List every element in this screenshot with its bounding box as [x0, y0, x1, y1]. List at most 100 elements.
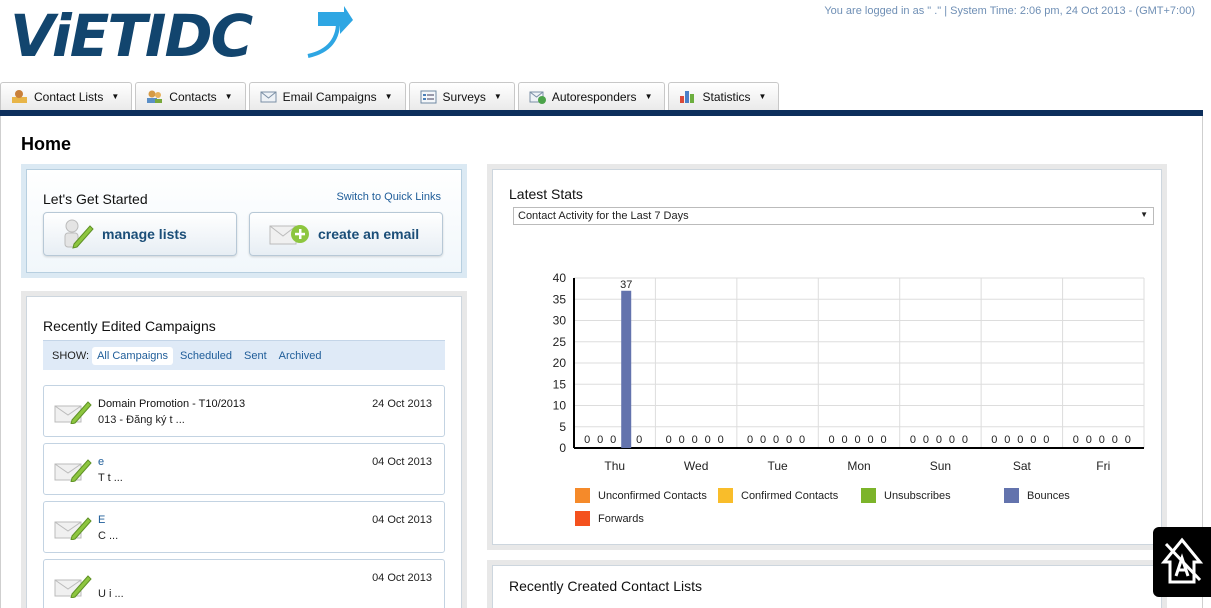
legend-item: Bounces	[1004, 488, 1070, 503]
data-label: 0	[718, 434, 724, 446]
data-label: 0	[666, 434, 672, 446]
contact-activity-chart: 05101520253035400 0 0370Thu0 0 0 0 0Wed0 0 0 0 0Tu…	[553, 271, 1145, 473]
campaign-item[interactable]: U i ... 04 Oct 2013	[43, 559, 445, 608]
y-tick-label: 5	[559, 420, 566, 434]
tab-contact-lists[interactable]: Contact Lists ▼	[0, 82, 133, 110]
legend-label: Confirmed Contacts	[741, 489, 839, 502]
campaign-subject: C ...	[98, 530, 119, 542]
legend-item: Confirmed Contacts	[718, 488, 838, 503]
recent-contact-lists-panel: Recently Created Contact Lists	[487, 560, 1167, 608]
data-label: 0	[923, 434, 929, 446]
campaign-email-icon	[54, 401, 92, 424]
x-tick-label: Wed	[684, 459, 708, 473]
x-tick-label: Mon	[847, 459, 870, 473]
campaign-subject: 013 - Đăng ký t ...	[98, 414, 185, 426]
legend-swatch	[718, 488, 733, 503]
x-tick-label: Tue	[767, 459, 788, 473]
data-label: 0	[1112, 434, 1118, 446]
data-label: 0	[1099, 434, 1105, 446]
campaign-subject: U i ...	[98, 588, 124, 600]
data-label: 0	[636, 434, 642, 446]
data-label: 0	[910, 434, 916, 446]
surveys-icon	[420, 90, 437, 104]
recent-campaigns-panel: Recently Edited Campaigns SHOW: All Camp…	[21, 291, 467, 608]
stats-period-value: Contact Activity for the Last 7 Days	[518, 210, 689, 222]
data-label: 0	[828, 434, 834, 446]
switch-quick-links-link[interactable]: Switch to Quick Links	[336, 191, 441, 203]
x-tick-label: Fri	[1096, 459, 1110, 473]
recent-contact-lists-title: Recently Created Contact Lists	[509, 578, 702, 594]
campaign-date: 04 Oct 2013	[372, 456, 432, 468]
autoresponder-icon	[529, 91, 546, 104]
campaign-email-icon	[54, 459, 92, 482]
chevron-down-icon: ▼	[224, 92, 233, 101]
y-tick-label: 35	[553, 292, 567, 306]
data-label: 37	[620, 279, 632, 291]
tab-email-campaigns[interactable]: Email Campaigns ▼	[248, 82, 406, 110]
legend-label: Bounces	[1027, 489, 1070, 502]
stats-period-select[interactable]: Contact Activity for the Last 7 Days ▼	[513, 207, 1154, 225]
filter-scheduled[interactable]: Scheduled	[175, 347, 237, 365]
data-label: 0	[786, 434, 792, 446]
legend-item: Forwards	[575, 511, 644, 526]
create-email-icon	[269, 225, 309, 245]
data-label: 0	[692, 434, 698, 446]
campaign-email-icon	[54, 517, 92, 540]
campaign-name: Domain Promotion - T10/2013	[98, 398, 246, 410]
tab-statistics[interactable]: Statistics ▼	[668, 82, 780, 110]
data-label: 0	[1017, 434, 1023, 446]
latest-stats-panel: Latest Stats Contact Activity for the La…	[487, 164, 1167, 550]
legend-swatch	[1004, 488, 1019, 503]
campaign-subject: T t ...	[98, 472, 123, 484]
y-tick-label: 20	[553, 356, 567, 370]
campaign-item[interactable]: E C ... 04 Oct 2013	[43, 501, 445, 553]
user-info: You are logged in as " ." | System Time:…	[824, 5, 1195, 17]
data-label: 0	[799, 434, 805, 446]
chevron-down-icon: ▼	[111, 92, 120, 101]
vietidc-logo: ViETIDC	[10, 4, 353, 66]
filter-sent[interactable]: Sent	[239, 347, 272, 365]
data-label: 0	[1030, 434, 1036, 446]
data-label: 0	[867, 434, 873, 446]
y-tick-label: 10	[553, 399, 567, 413]
main-nav: Contact Lists ▼ Contacts ▼ Email Campaigns…	[0, 82, 782, 110]
manage-lists-icon	[64, 219, 94, 249]
contacts-icon	[147, 90, 163, 103]
chevron-down-icon: ▼	[1140, 210, 1148, 219]
data-label: 0	[1086, 434, 1092, 446]
x-tick-label: Sun	[930, 459, 951, 473]
tab-label: Contact Lists	[34, 89, 104, 104]
data-label: 0	[1043, 434, 1049, 446]
tab-label: Autoresponders	[551, 89, 637, 104]
filter-all-campaigns[interactable]: All Campaigns	[92, 346, 173, 365]
x-tick-label: Thu	[604, 459, 625, 473]
data-label: 0	[679, 434, 685, 446]
campaign-date: 04 Oct 2013	[372, 572, 432, 584]
create-email-label: create an email	[318, 226, 420, 242]
y-tick-label: 40	[553, 271, 567, 285]
data-label: 0	[880, 434, 886, 446]
data-label: 0	[610, 434, 616, 446]
legend-swatch	[575, 511, 590, 526]
recent-campaigns-title: Recently Edited Campaigns	[43, 318, 216, 334]
get-started-panel: Let's Get Started Switch to Quick Links …	[21, 164, 467, 278]
tab-surveys[interactable]: Surveys ▼	[408, 82, 515, 110]
campaign-name: e	[98, 456, 105, 468]
campaign-item[interactable]: e T t ... 04 Oct 2013	[43, 443, 445, 495]
data-label: 0	[854, 434, 860, 446]
accessibility-widget-button[interactable]	[1153, 527, 1211, 597]
create-email-button[interactable]: create an email	[249, 212, 443, 256]
data-label: 0	[760, 434, 766, 446]
campaign-name: E	[98, 514, 106, 526]
legend-label: Unsubscribes	[884, 489, 951, 502]
statistics-icon	[680, 91, 695, 103]
tab-autoresponders[interactable]: Autoresponders ▼	[517, 82, 666, 110]
latest-stats-title: Latest Stats	[509, 186, 583, 202]
campaign-item[interactable]: Domain Promotion - T10/2013 013 - Đăng k…	[43, 385, 445, 437]
page-title: Home	[21, 134, 72, 154]
manage-lists-button[interactable]: manage lists	[43, 212, 237, 256]
y-tick-label: 0	[559, 441, 566, 455]
legend-item: Unconfirmed Contacts	[575, 488, 707, 503]
filter-archived[interactable]: Archived	[274, 347, 327, 365]
tab-contacts[interactable]: Contacts ▼	[135, 82, 246, 110]
